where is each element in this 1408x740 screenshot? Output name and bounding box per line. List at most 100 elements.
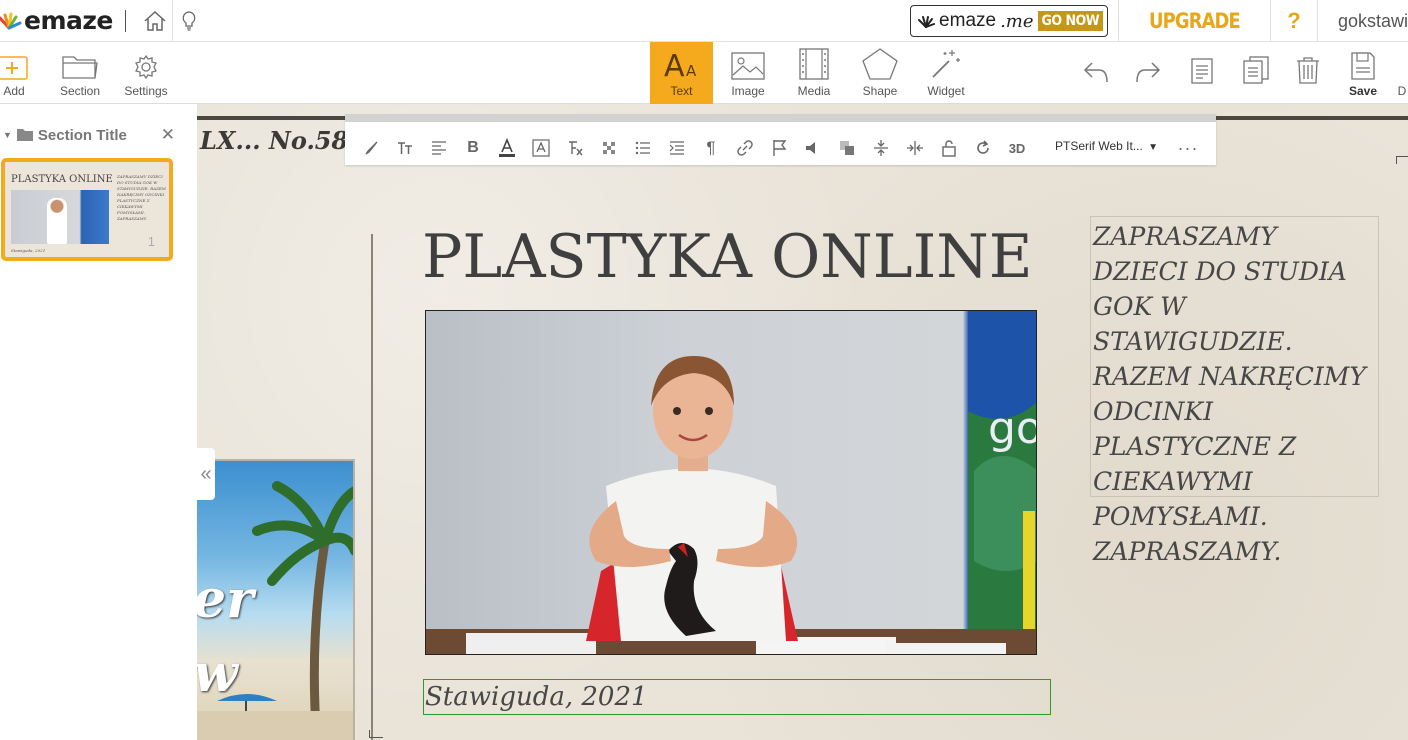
poster-text: er w <box>197 569 254 704</box>
home-icon[interactable] <box>138 0 172 42</box>
settings-label: Settings <box>124 84 168 98</box>
beach-poster-image[interactable]: er w <box>197 459 355 740</box>
section-label: Section <box>59 84 101 98</box>
indent-icon[interactable] <box>666 137 688 159</box>
image-tool-label: Image <box>731 84 765 98</box>
duplicate-icon <box>1243 56 1269 84</box>
media-tool[interactable]: Media <box>786 42 842 104</box>
save-button[interactable]: Save <box>1344 42 1382 104</box>
newspaper-issue-text: LX... No.58, <box>200 126 357 155</box>
link-icon[interactable] <box>734 137 756 159</box>
collapse-triangle-icon[interactable]: ▼ <box>3 130 12 140</box>
section-header[interactable]: ▼ Section Title ✕ <box>0 122 197 148</box>
emaze-logo[interactable]: emaze <box>0 0 113 42</box>
slide-canvas[interactable]: LX... No.58, er w « B ¶ 3D PTSerif Web I… <box>197 104 1408 740</box>
text-tool[interactable]: AA Text <box>650 42 713 104</box>
image-icon <box>731 52 765 80</box>
undo-button[interactable] <box>1078 42 1114 104</box>
text-highlight-icon[interactable] <box>530 137 552 159</box>
arrange-icon[interactable] <box>836 137 858 159</box>
go-now-badge: GO NOW <box>1037 11 1104 31</box>
text-size-icon[interactable] <box>394 137 416 159</box>
svg-text:A: A <box>686 62 697 80</box>
add-label: Add <box>3 84 25 98</box>
lightbulb-icon[interactable] <box>171 0 206 42</box>
undo-icon <box>1083 62 1108 83</box>
flag-icon[interactable] <box>768 137 790 159</box>
more-options-button[interactable]: ... <box>1178 134 1199 155</box>
bold-icon[interactable]: B <box>462 137 484 159</box>
align-left-icon[interactable] <box>428 137 450 159</box>
font-family-value: PTSerif Web It... <box>1055 139 1143 153</box>
folder-icon <box>62 56 98 79</box>
main-toolbar: Add Section Settings AA Text Image Media… <box>0 42 1408 104</box>
settings-button[interactable]: Settings <box>122 42 170 104</box>
plus-icon <box>0 56 28 80</box>
document-icon <box>1191 58 1213 84</box>
magic-wand-icon <box>932 50 960 78</box>
sign-text: go <box>988 403 1037 454</box>
slide-caption[interactable]: Stawiguda, 2021 <box>423 679 1051 715</box>
thumbnail-photo <box>11 190 109 244</box>
slide-photo[interactable]: go <box>425 310 1037 655</box>
divider <box>1118 0 1120 42</box>
thumbnail-title: PLASTYKA ONLINE <box>11 174 113 185</box>
text-format-toolbar: B ¶ 3D PTSerif Web It... ▼ ... <box>345 114 1216 165</box>
media-tool-label: Media <box>797 84 831 98</box>
emaze-logo-icon <box>0 8 22 34</box>
help-button[interactable]: ? <box>1271 8 1317 34</box>
delete-button[interactable] <box>1290 42 1326 104</box>
brush-icon[interactable] <box>360 137 382 159</box>
rotate-icon[interactable] <box>972 137 994 159</box>
horizontal-spacing-icon[interactable] <box>904 137 926 159</box>
section-button[interactable]: Section <box>56 42 104 104</box>
duplicate-button[interactable] <box>1238 42 1274 104</box>
redo-icon <box>1136 62 1161 83</box>
sound-icon[interactable] <box>802 137 824 159</box>
lock-icon[interactable] <box>938 137 960 159</box>
corner-mark <box>1396 156 1408 164</box>
font-color-icon[interactable] <box>496 137 518 159</box>
caret-down-icon: ▼ <box>1148 142 1159 153</box>
text-icon: AA <box>664 49 697 80</box>
add-button[interactable]: Add <box>0 42 28 104</box>
three-d-button[interactable]: 3D <box>1006 137 1028 159</box>
redo-button[interactable] <box>1130 42 1166 104</box>
slide-title[interactable]: PLASTYKA ONLINE <box>422 222 1033 292</box>
widget-tool-label: Widget <box>927 84 965 98</box>
child-photo-illustration: go <box>426 311 1037 654</box>
font-family-select[interactable]: PTSerif Web It... ▼ <box>1055 139 1158 153</box>
next-tool-label: D <box>1397 84 1407 98</box>
thumbnail-footer: Stawiguda, 2021 <box>11 248 46 253</box>
section-title[interactable]: Section Title <box>38 127 127 144</box>
vertical-spacing-icon[interactable] <box>870 137 892 159</box>
slide-body-textbox[interactable]: ZAPRASZAMY DZIECI DO STUDIA GOK W STAWIG… <box>1090 216 1379 566</box>
logo-text: emaze <box>24 6 113 35</box>
double-chevron-left-icon: « <box>200 462 212 485</box>
corner-mark <box>369 730 383 738</box>
text-tool-label: Text <box>670 84 693 98</box>
transparency-icon[interactable] <box>598 137 620 159</box>
image-tool[interactable]: Image <box>720 42 776 104</box>
slide-thumbnail[interactable]: PLASTYKA ONLINE ZAPRASZAMY DZIECI DO STU… <box>1 158 173 261</box>
shape-tool[interactable]: Shape <box>852 42 908 104</box>
page-button[interactable] <box>1184 42 1220 104</box>
next-tool-button[interactable]: D <box>1396 42 1408 104</box>
trash-icon <box>1297 57 1319 84</box>
upgrade-button[interactable]: UPGRADE <box>1130 9 1258 33</box>
folder-icon <box>16 129 33 141</box>
username[interactable]: gokstawiguda <box>1318 11 1408 32</box>
column-divider <box>371 234 373 740</box>
bullet-list-icon[interactable] <box>632 137 654 159</box>
save-label: Save <box>1348 84 1378 98</box>
collapse-panel-button[interactable]: « <box>197 448 215 500</box>
save-icon <box>1351 52 1375 80</box>
clear-format-icon[interactable] <box>564 137 586 159</box>
emaze-me-button[interactable]: emaze .me GO NOW <box>910 5 1109 37</box>
widget-tool[interactable]: Widget <box>918 42 974 104</box>
gear-icon <box>135 54 157 80</box>
close-icon[interactable]: ✕ <box>161 125 175 145</box>
emaze-me-logo-icon <box>918 16 936 28</box>
paragraph-icon[interactable]: ¶ <box>700 137 722 159</box>
emaze-me-suffix: .me <box>1000 10 1034 32</box>
